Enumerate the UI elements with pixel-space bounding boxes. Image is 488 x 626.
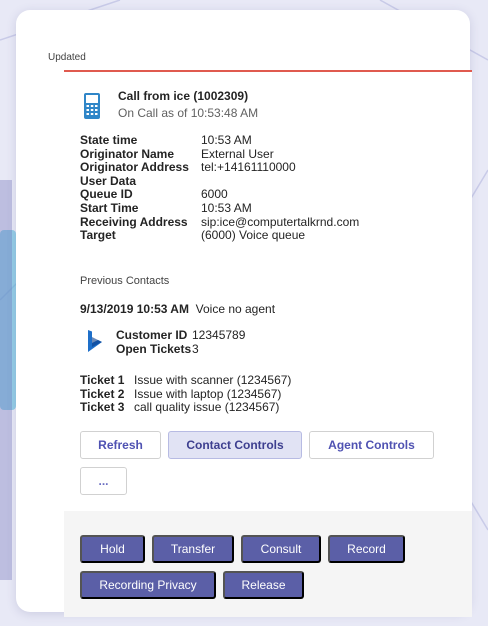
ticket-list: Ticket 1 Issue with scanner (1234567) Tic… bbox=[80, 373, 292, 415]
info-value: sip:ice@computertalkrnd.com bbox=[201, 214, 360, 229]
customer-value: 3 bbox=[192, 341, 199, 356]
hold-button[interactable]: Hold bbox=[80, 535, 145, 563]
info-row: Target (6000) Voice queue bbox=[80, 229, 359, 243]
ticket-row: Ticket 3 call quality issue (1234567) bbox=[80, 401, 291, 415]
info-key: Receiving Address bbox=[80, 214, 188, 229]
info-value: tel:+14161110000 bbox=[201, 160, 296, 175]
dynamics-icon bbox=[88, 330, 102, 352]
call-info-list: State time 10:53 AM Originator Name Extern… bbox=[80, 133, 360, 243]
info-row: Start Time 10:53 AM bbox=[80, 200, 359, 216]
ticket-value: Issue with laptop (1234567) bbox=[134, 386, 282, 401]
info-row: User Data bbox=[80, 173, 359, 189]
info-value: External User bbox=[201, 146, 274, 161]
more-button[interactable]: ... bbox=[80, 467, 127, 495]
customer-value: 12345789 bbox=[192, 328, 246, 342]
customer-key: Customer ID bbox=[116, 328, 188, 342]
ticket-value: Issue with scanner (1234567) bbox=[134, 373, 292, 387]
customer-key: Open Tickets bbox=[116, 341, 192, 356]
previous-contact-description: Voice no agent bbox=[195, 302, 276, 316]
call-panel: Call from ice (1002309) On Call as of 10… bbox=[64, 70, 472, 617]
call-details: Call from ice (1002309) On Call as of 10… bbox=[64, 72, 472, 511]
info-key: Queue ID bbox=[80, 187, 133, 202]
call-subtitle: On Call as of 10:53:48 AM bbox=[118, 106, 259, 120]
info-row: State time 10:53 AM bbox=[80, 133, 359, 148]
customer-info: Customer ID 12345789 Open Tickets 3 bbox=[116, 328, 246, 357]
previous-contact-entry: 9/13/2019 10:53 AM Voice no agent bbox=[80, 302, 275, 316]
info-value: (6000) Voice queue bbox=[201, 228, 306, 243]
record-button[interactable]: Record bbox=[328, 535, 405, 563]
info-key: Start Time bbox=[80, 200, 139, 215]
recording-privacy-button[interactable]: Recording Privacy bbox=[80, 571, 216, 599]
ticket-key: Ticket 3 bbox=[80, 400, 125, 415]
phone-icon bbox=[84, 93, 100, 119]
refresh-button[interactable]: Refresh bbox=[80, 431, 161, 459]
ticket-row: Ticket 2 Issue with laptop (1234567) bbox=[80, 386, 291, 402]
consult-button[interactable]: Consult bbox=[241, 535, 321, 563]
ticket-key: Ticket 2 bbox=[80, 386, 125, 401]
customer-row: Open Tickets 3 bbox=[116, 341, 245, 357]
ticket-value: call quality issue (1234567) bbox=[134, 400, 280, 415]
call-title: Call from ice (1002309) bbox=[118, 89, 249, 103]
adaptive-card: Updated Call from ice (1002309) On Call … bbox=[16, 10, 472, 617]
info-value: 6000 bbox=[201, 187, 228, 202]
customer-row: Customer ID 12345789 bbox=[116, 328, 246, 343]
info-key: Originator Address bbox=[80, 160, 189, 175]
info-key: State time bbox=[80, 133, 138, 147]
info-value: 10:53 AM bbox=[201, 200, 252, 215]
info-key: User Data bbox=[80, 173, 137, 188]
info-key: Originator Name bbox=[80, 146, 175, 161]
info-row: Queue ID 6000 bbox=[80, 188, 359, 202]
info-key: Target bbox=[80, 228, 116, 243]
info-row: Originator Name External User bbox=[80, 146, 359, 162]
release-button[interactable]: Release bbox=[223, 571, 304, 599]
previous-contacts-label: Previous Contacts bbox=[80, 275, 170, 287]
agent-controls-button[interactable]: Agent Controls bbox=[309, 431, 434, 459]
status-label: Updated bbox=[48, 52, 86, 63]
info-value: 10:53 AM bbox=[201, 133, 252, 147]
info-row: Originator Address tel:+14161110000 bbox=[80, 161, 359, 175]
contact-controls-button[interactable]: Contact Controls bbox=[168, 431, 302, 459]
ticket-row: Ticket 1 Issue with scanner (1234567) bbox=[80, 373, 292, 388]
transfer-button[interactable]: Transfer bbox=[152, 535, 234, 563]
previous-contact-date: 9/13/2019 10:53 AM bbox=[80, 302, 189, 316]
info-row: Receiving Address sip:ice@computertalkrnd… bbox=[80, 214, 360, 230]
ticket-key: Ticket 1 bbox=[80, 373, 125, 387]
